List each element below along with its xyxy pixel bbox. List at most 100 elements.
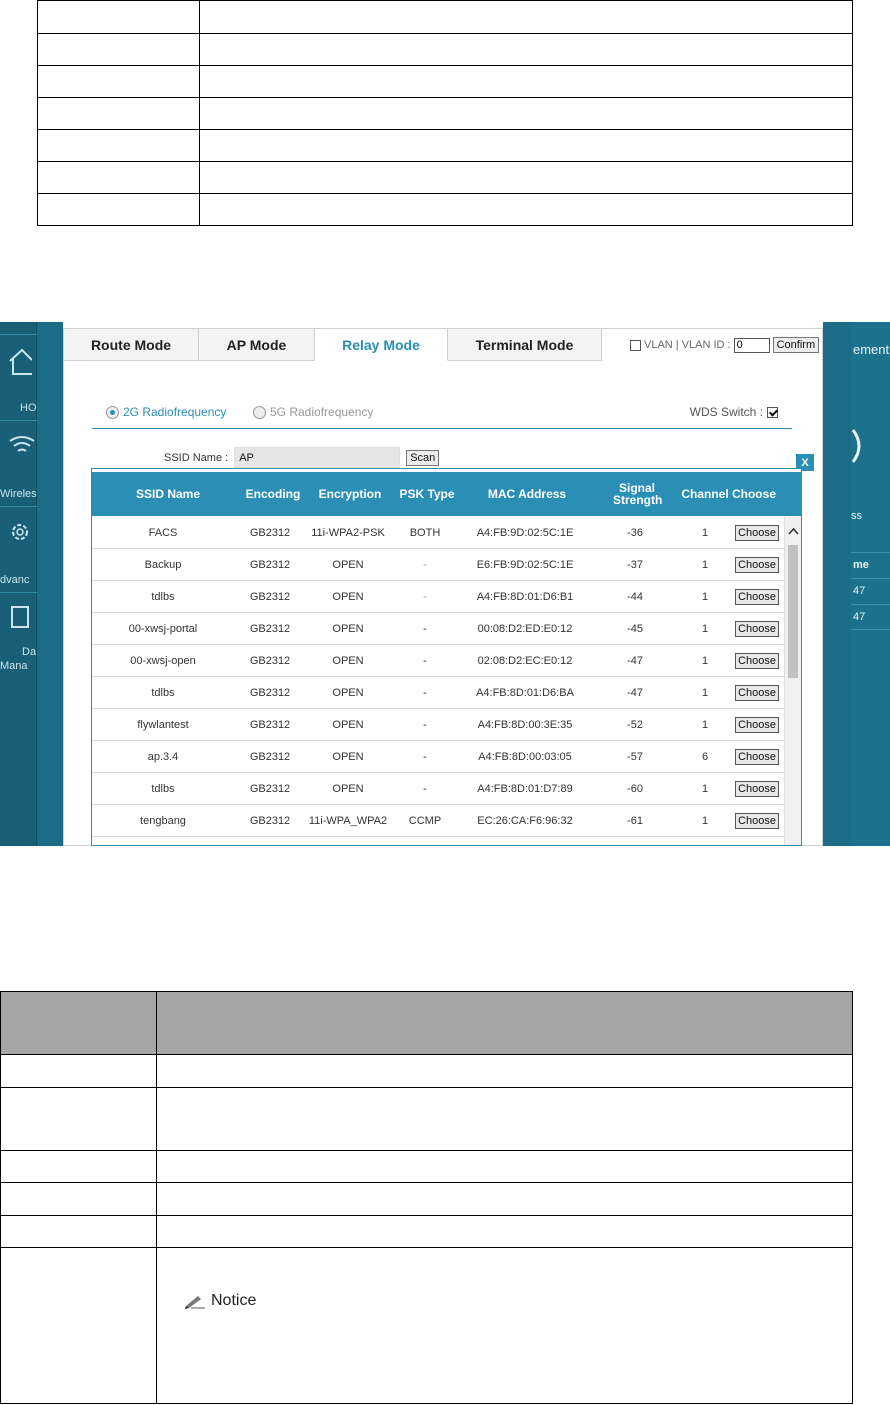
wifi-icon <box>9 436 35 452</box>
cell-encryption: 11i-WPA_WPA2 <box>308 815 388 827</box>
background-gap <box>823 322 851 846</box>
col-encryption: Encryption <box>318 487 382 501</box>
cell-encryption: OPEN <box>332 623 364 635</box>
radio-selected-icon <box>106 405 119 419</box>
scrollbar-thumb[interactable] <box>788 545 798 678</box>
cell-ssid: 00-xwsj-open <box>130 655 196 667</box>
cell-ssid: tdlbs <box>151 687 175 699</box>
scan-results-popup: SSID Name Encoding Encryption PSK Type M… <box>91 468 802 846</box>
choose-button[interactable]: Choose <box>735 781 779 797</box>
table-row: Notice <box>0 1247 853 1404</box>
cell-choose: Choose <box>734 645 780 677</box>
table-row <box>37 129 853 162</box>
cell-encoding: GB2312 <box>249 591 291 603</box>
cell-choose: Choose <box>734 741 780 773</box>
choose-button[interactable]: Choose <box>735 653 779 669</box>
cell-mac-address: A4:FB:8D:00:03:05 <box>478 751 572 763</box>
sidebar-item-wireless[interactable]: Wireles <box>0 420 37 506</box>
cell-signal-strength: -47 <box>627 687 643 699</box>
choose-button[interactable]: Choose <box>735 813 779 829</box>
cell-psk-type: - <box>423 719 427 731</box>
choose-button[interactable]: Choose <box>735 749 779 765</box>
table-header-row <box>0 991 853 1055</box>
confirm-button[interactable]: Confirm <box>772 337 820 353</box>
cell-signal-strength: -47 <box>627 655 643 667</box>
choose-button[interactable]: Choose <box>735 557 779 573</box>
cell-signal-strength: -45 <box>627 623 643 635</box>
cell-signal-strength: -57 <box>627 751 643 763</box>
top-document-table <box>37 0 853 226</box>
pencil-icon <box>185 1296 205 1309</box>
gear-icon <box>12 524 28 540</box>
table-row: tengbang GB2312 11i-WPA_WPA2 CCMP EC:26:CA:F… <box>92 805 784 837</box>
cell-ssid: ap.3.4 <box>147 751 179 763</box>
tab-ap-mode[interactable]: AP Mode <box>199 329 315 361</box>
ssid-input[interactable] <box>234 447 401 468</box>
choose-button[interactable]: Choose <box>735 525 779 541</box>
table-row: 00-xwsj-open GB2312 OPEN - 02:08:D2:EC:E0:12… <box>92 645 784 677</box>
cell-choose: Choose <box>734 709 780 741</box>
cell-psk-type: - <box>423 559 427 571</box>
cell-choose: Choose <box>734 581 780 613</box>
cell-choose: Choose <box>734 613 780 645</box>
sidebar-item-home[interactable]: HO <box>0 334 37 420</box>
cell-encryption: OPEN <box>332 751 364 763</box>
choose-button[interactable]: Choose <box>735 589 779 605</box>
cell-encoding: GB2312 <box>249 751 291 763</box>
left-sidebar: HO Wireles dvanc Da Mana <box>0 322 37 846</box>
mode-tabs: Route Mode AP Mode Relay Mode Terminal M… <box>64 329 602 361</box>
scan-button[interactable]: Scan <box>406 449 440 466</box>
cell-encryption: OPEN <box>332 783 364 795</box>
cell-encryption: OPEN <box>332 655 364 667</box>
cell-ssid: FACS <box>148 527 178 539</box>
right-table-row: 47 <box>851 604 890 630</box>
chevron-up-icon[interactable] <box>788 527 799 535</box>
cell-encoding: GB2312 <box>249 783 291 795</box>
right-table-row: 47 <box>851 578 890 604</box>
choose-button[interactable]: Choose <box>735 685 779 701</box>
cell-channel: 1 <box>701 591 709 603</box>
sidebar-item-advanced[interactable]: dvanc <box>0 506 37 592</box>
scrollbar[interactable] <box>784 517 801 845</box>
cell-mac-address: A4:FB:9D:02:5C:1E <box>476 527 574 539</box>
sidebar-item-device-management[interactable]: Da Mana <box>0 592 37 678</box>
col-mac-address: MAC Address <box>487 487 567 501</box>
cell-ssid: 00-xwsj-portal <box>128 623 198 635</box>
radio-5g[interactable]: 5G Radiofrequency <box>253 405 373 419</box>
col-channel: Channel <box>681 487 729 501</box>
cell-mac-address: E6:FB:9D:02:5C:1E <box>476 559 574 571</box>
cell-signal-strength: -52 <box>627 719 643 731</box>
table-row <box>37 161 853 194</box>
col-ssid-name: SSID Name <box>135 487 201 501</box>
signal-icon <box>851 429 861 463</box>
cell-psk-type: - <box>423 655 427 667</box>
cell-encoding: GB2312 <box>249 687 291 699</box>
cell-encoding: GB2312 <box>249 719 291 731</box>
table-row: tdlbs GB2312 OPEN - A4:FB:8D:01:D6:B1 -44 1 Cho… <box>92 581 784 613</box>
choose-button[interactable]: Choose <box>735 717 779 733</box>
cell-encoding: GB2312 <box>249 815 291 827</box>
table-row: 00-xwsj-portal GB2312 OPEN - 00:08:D2:ED:E0:… <box>92 613 784 645</box>
wds-checkbox[interactable] <box>767 406 778 418</box>
wds-switch: WDS Switch : <box>690 405 778 419</box>
radio-2g[interactable]: 2G Radiofrequency <box>106 405 226 419</box>
right-table-header: me <box>851 552 890 578</box>
tab-relay-mode[interactable]: Relay Mode <box>315 329 448 361</box>
cell-channel: 1 <box>701 783 709 795</box>
cell-psk-type: BOTH <box>409 527 441 539</box>
home-icon <box>9 348 32 375</box>
vlan-checkbox[interactable] <box>630 339 641 351</box>
cell-psk-type: - <box>423 687 427 699</box>
ssid-row: SSID Name : Scan <box>164 447 440 468</box>
cell-encryption: OPEN <box>332 719 364 731</box>
scan-table-header: SSID Name Encoding Encryption PSK Type M… <box>92 472 801 516</box>
tab-route-mode[interactable]: Route Mode <box>64 329 199 361</box>
tab-terminal-mode[interactable]: Terminal Mode <box>448 329 602 361</box>
choose-button[interactable]: Choose <box>735 621 779 637</box>
cell-psk-type: CCMP <box>408 815 442 827</box>
vlan-id-input[interactable] <box>733 337 770 353</box>
cell-psk-type: - <box>423 623 427 635</box>
table-row: tdlbs GB2312 OPEN - A4:FB:8D:01:D7:89 -60 1 Cho… <box>92 773 784 805</box>
table-row: Backup GB2312 OPEN - E6:FB:9D:02:5C:1E -37 1 Ch… <box>92 549 784 581</box>
cell-ssid: tengbang <box>140 815 186 827</box>
